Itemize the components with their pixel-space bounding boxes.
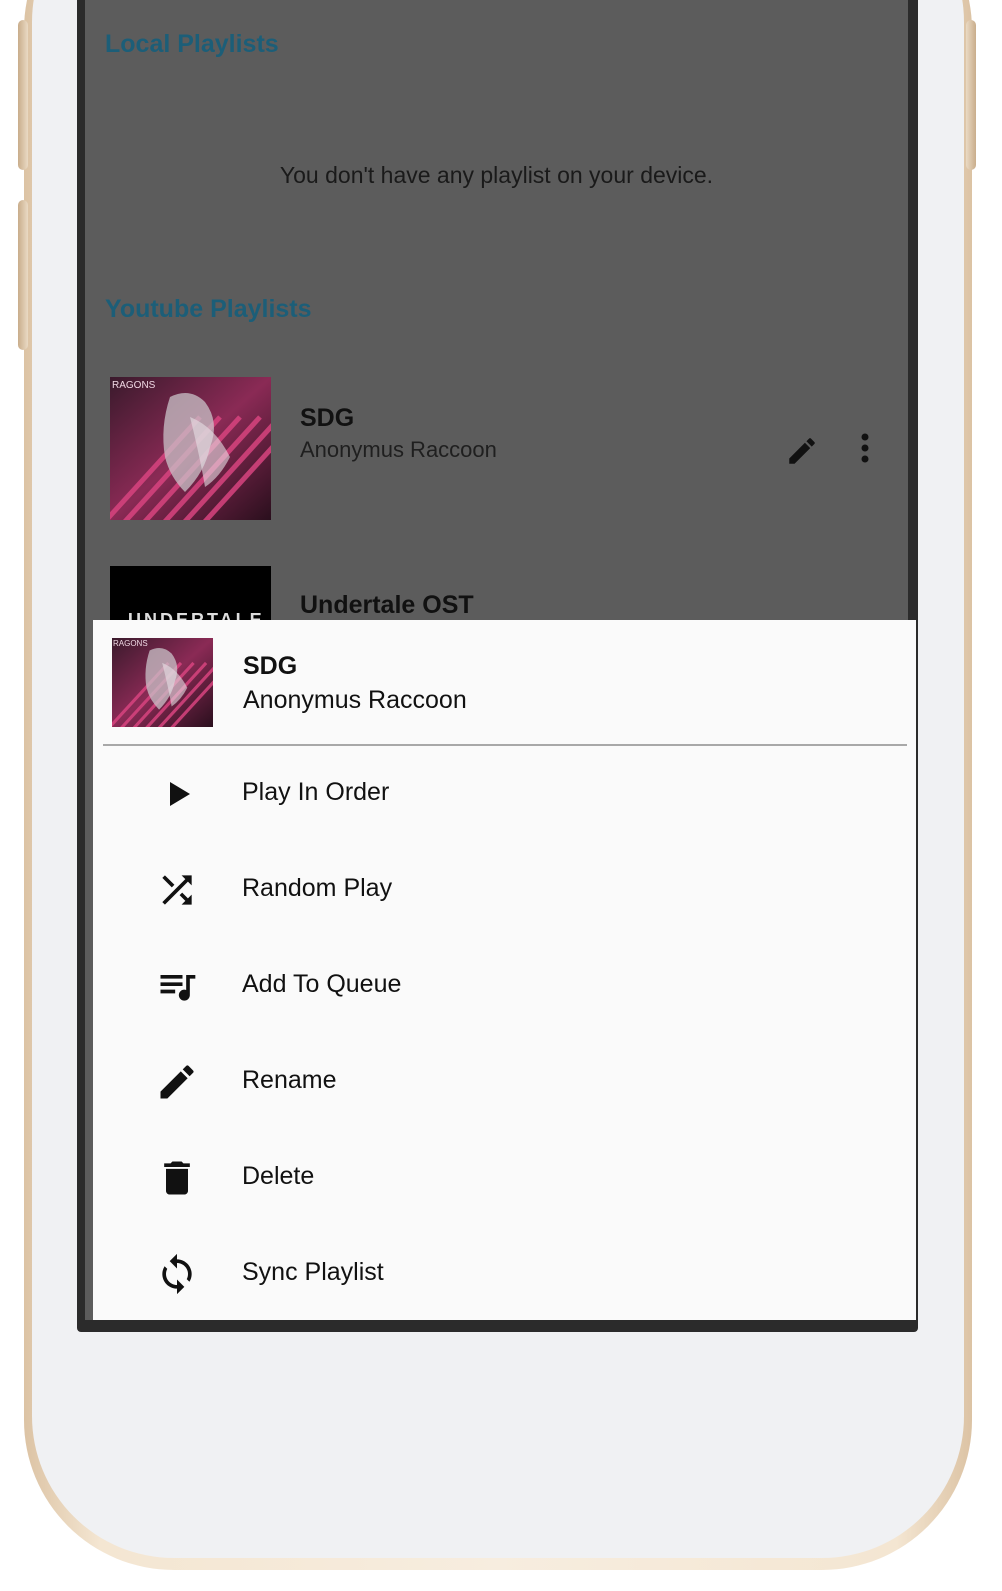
playlist-item-sdg[interactable]: RAGONS SDG Anonymus Raccoon [110, 377, 890, 537]
menu-item-label: Delete [242, 1162, 315, 1190]
thumbnail-text: RAGONS [113, 639, 148, 648]
playlist-thumbnail: RAGONS [110, 377, 271, 520]
shuffle-icon [155, 868, 199, 912]
sync-icon [155, 1252, 199, 1296]
more-vert-icon[interactable] [850, 432, 880, 466]
menu-item-add-to-queue[interactable]: Add To Queue [93, 938, 916, 1034]
sheet-subtitle: Anonymus Raccoon [243, 686, 467, 714]
menu-item-random-play[interactable]: Random Play [93, 842, 916, 938]
sheet-thumbnail: RAGONS [112, 638, 213, 727]
volume-button [18, 200, 28, 350]
pencil-icon [155, 1060, 199, 1104]
menu-item-rename[interactable]: Rename [93, 1034, 916, 1130]
trash-icon [155, 1156, 199, 1200]
playlist-options-sheet: RAGONS SDG Anonymus Raccoon Play In Orde… [93, 620, 916, 1320]
menu-item-sync-playlist[interactable]: Sync Playlist [93, 1226, 916, 1322]
youtube-playlists-heading: Youtube Playlists [105, 295, 312, 323]
menu-item-label: Sync Playlist [242, 1258, 384, 1286]
playlist-title: Undertale OST [300, 591, 474, 619]
playlist-author: Anonymus Raccoon [300, 437, 497, 462]
menu-item-label: Add To Queue [242, 970, 402, 998]
empty-playlist-message: You don't have any playlist on your devi… [279, 162, 714, 188]
menu-item-label: Rename [242, 1066, 337, 1094]
menu-item-label: Random Play [242, 874, 393, 902]
sheet-title: SDG [243, 652, 298, 680]
play-icon [155, 772, 199, 816]
menu-item-label: Play In Order [242, 778, 390, 806]
volume-button [18, 20, 28, 170]
queue-music-icon [155, 964, 199, 1008]
thumbnail-text: RAGONS [112, 380, 156, 391]
playlist-thumbnail: UNDERTALE [110, 566, 271, 626]
playlist-title: SDG [300, 404, 355, 432]
phone-screen: Local Playlists You don't have any playl… [77, 0, 918, 1332]
local-playlists-heading: Local Playlists [105, 30, 279, 58]
playlist-item-undertale[interactable]: UNDERTALE Undertale OST [110, 566, 890, 626]
power-button [966, 20, 976, 170]
menu-item-delete[interactable]: Delete [93, 1130, 916, 1226]
playlist-screen: Local Playlists You don't have any playl… [85, 0, 916, 1320]
pencil-icon[interactable] [785, 434, 819, 468]
menu-item-play-in-order[interactable]: Play In Order [93, 746, 916, 842]
